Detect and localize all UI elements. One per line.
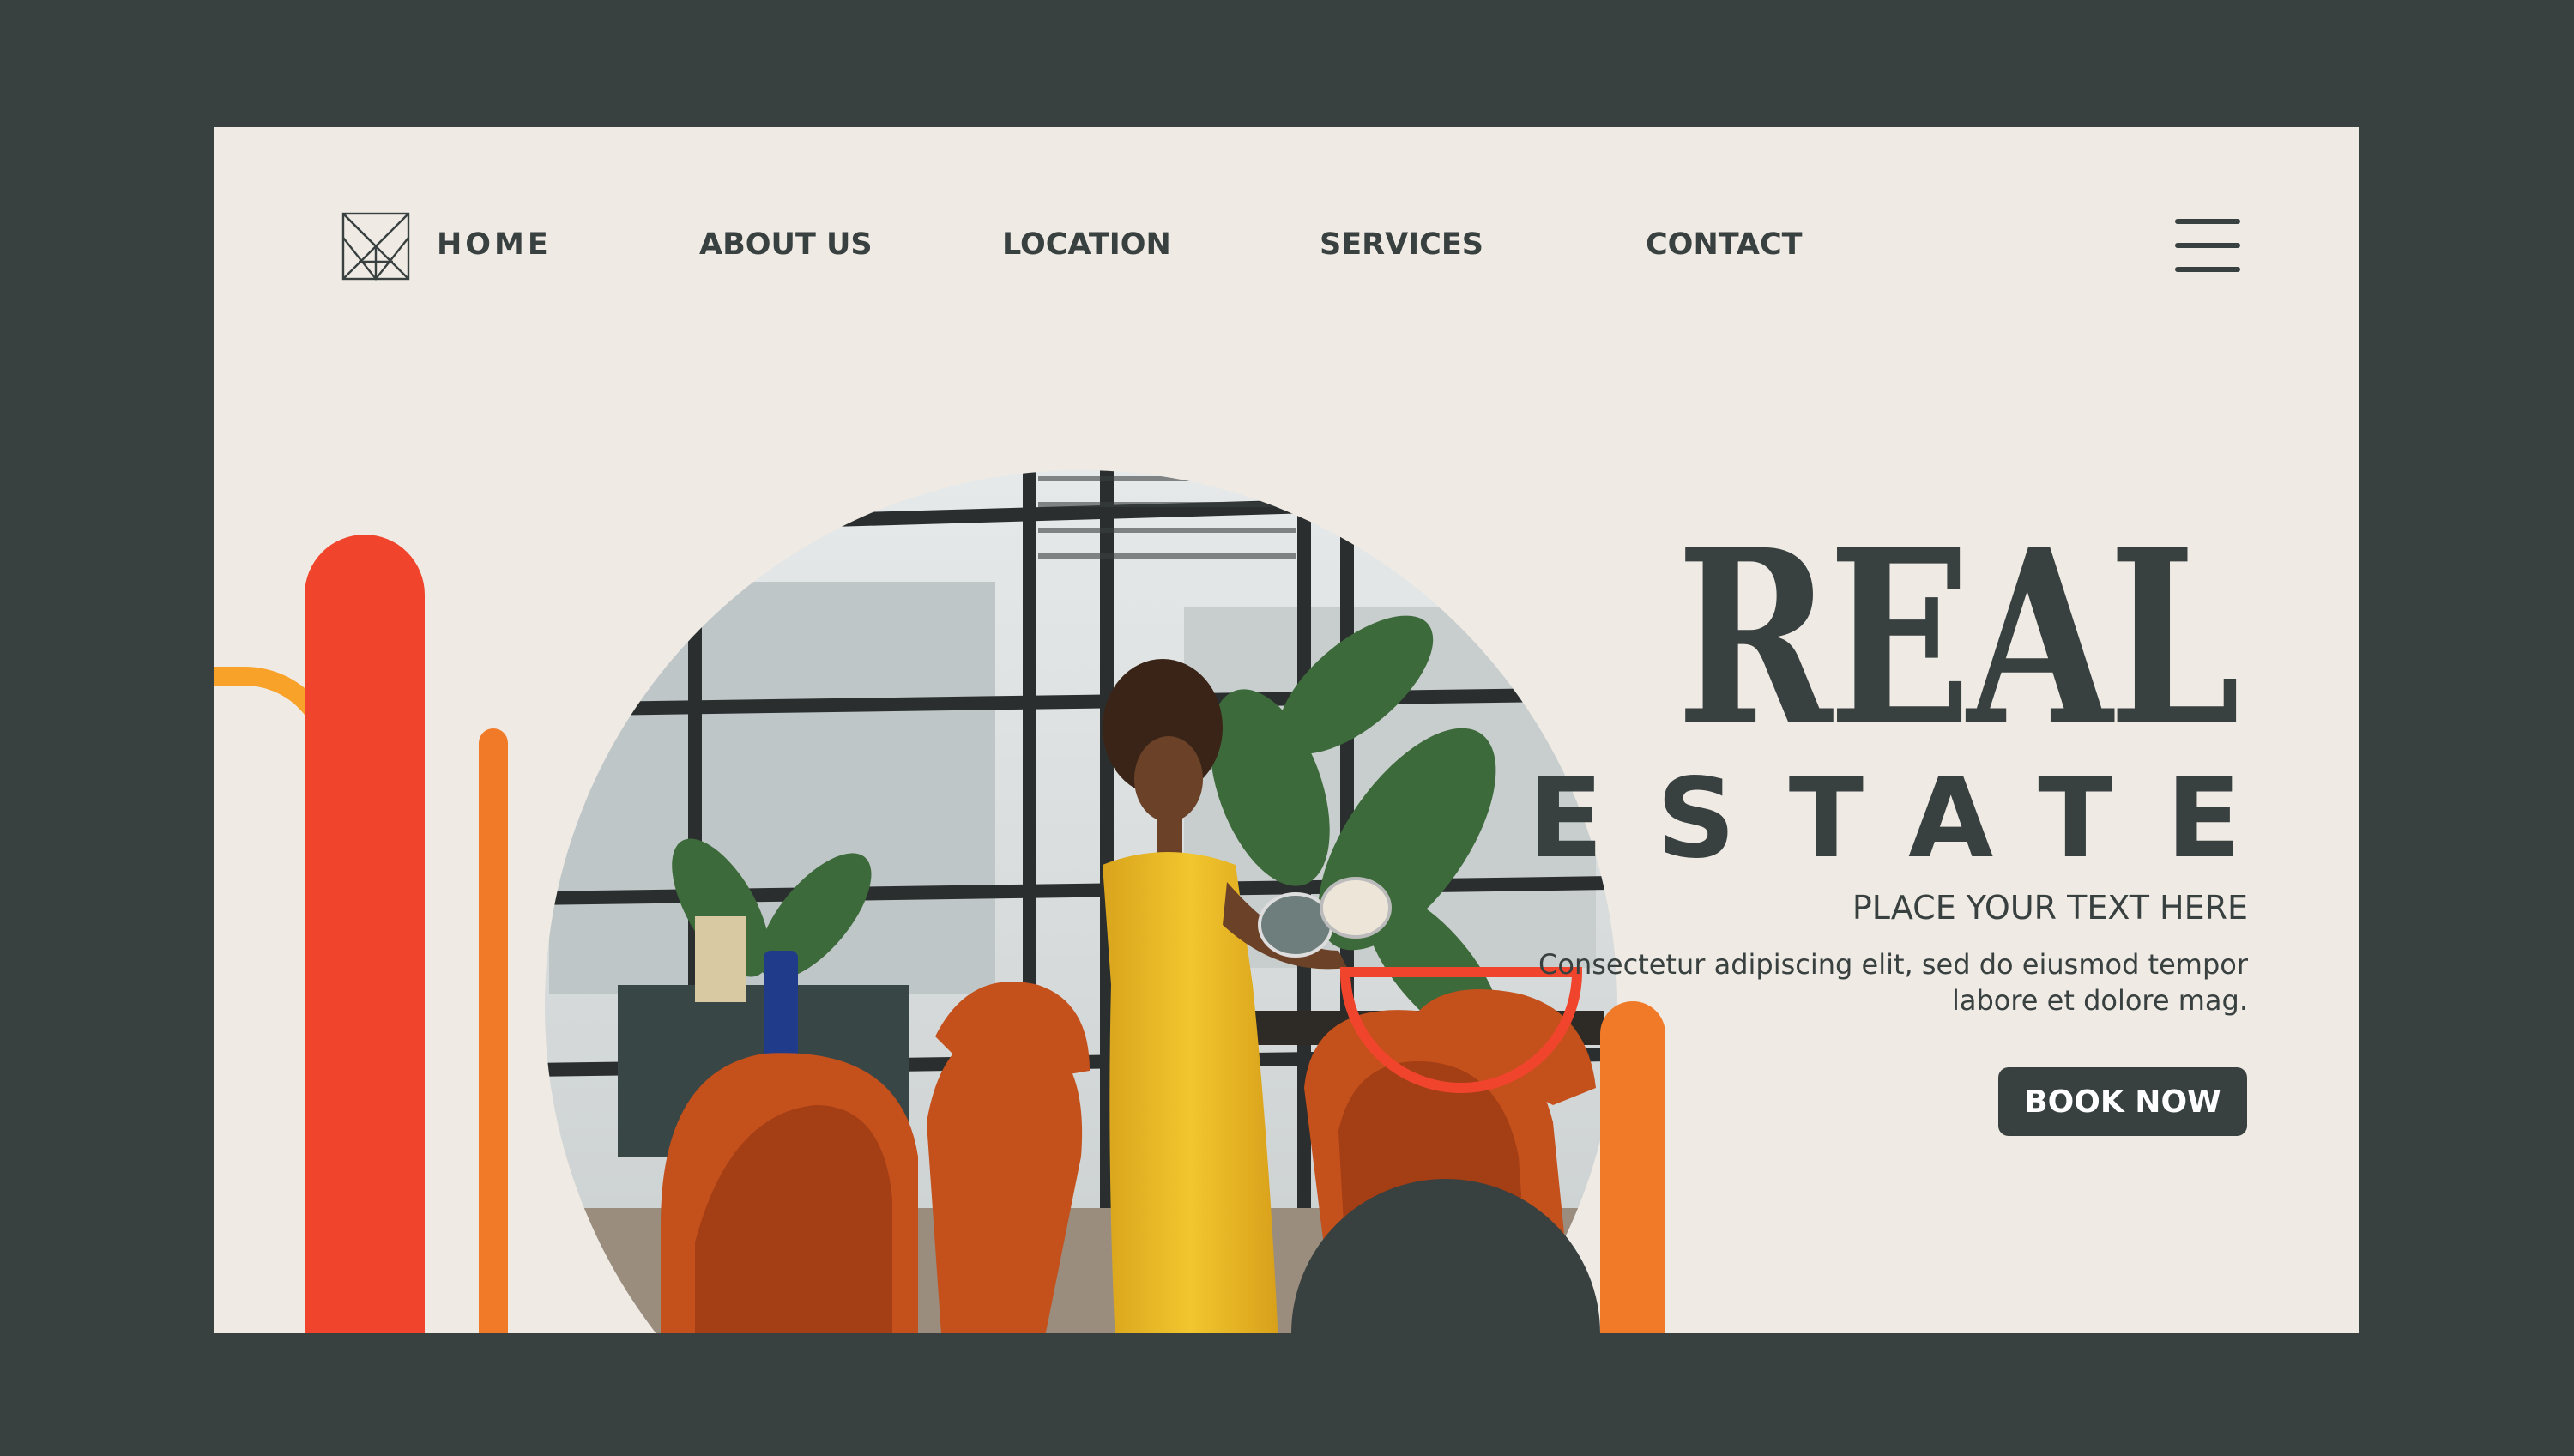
- landing-page-card: HOME ABOUT US LOCATION SERVICES CONTACT: [214, 127, 2360, 1333]
- hero-title-real: REAL: [1676, 498, 2240, 780]
- hero-description: Consectetur adipiscing elit, sed do eius…: [1538, 948, 2248, 1017]
- hero-subtitle: PLACE YOUR TEXT HERE: [1852, 889, 2248, 927]
- hero-title-estate: ESTATE: [1528, 755, 2294, 883]
- book-now-button[interactable]: BOOK NOW: [1998, 1067, 2247, 1136]
